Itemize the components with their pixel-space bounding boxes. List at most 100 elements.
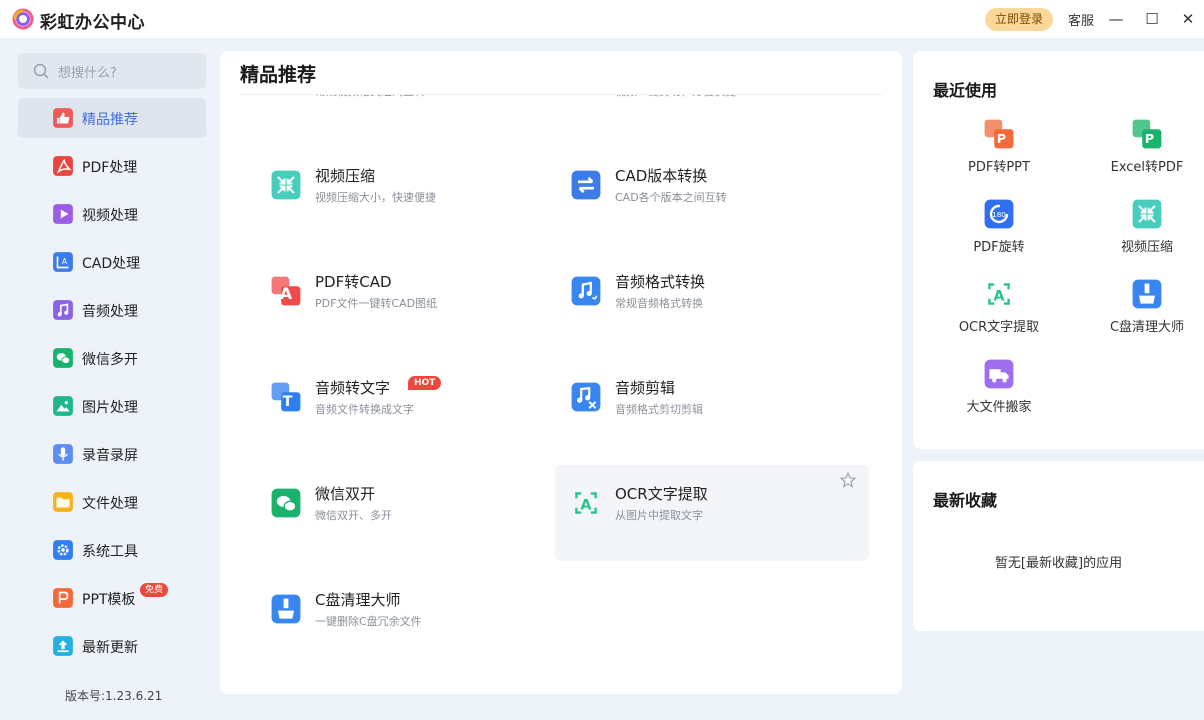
favorite-star-icon[interactable] [839, 471, 857, 489]
sidebar-item-4[interactable]: 音频处理 [18, 290, 206, 330]
tool-card[interactable]: A OCR文字提取 从图片中提取文字 [555, 465, 869, 561]
cad-icon: A [52, 251, 74, 273]
sidebar-item-3[interactable]: A CAD处理 [18, 242, 206, 282]
tool-card-description: 视频压缩大小，快速便捷 [315, 191, 436, 204]
search-input[interactable]: 想搜什么? [18, 53, 206, 89]
recent-item-label: OCR文字提取 [958, 320, 1040, 335]
rainbow-logo-icon [12, 8, 34, 30]
tool-card-description: 从图片中提取文字 [615, 509, 703, 522]
sidebar-item-6[interactable]: 图片处理 [18, 386, 206, 426]
recent-item-label: PDF转PPT [968, 160, 1030, 175]
sidebar-item-label: PPT模板 [82, 592, 136, 608]
recent-item-label: PDF旋转 [973, 240, 1025, 255]
recent-item[interactable]: 180 PDF旋转 [937, 198, 1057, 270]
sidebar-item-11[interactable]: 最新更新 [18, 626, 206, 666]
recent-item[interactable]: 大文件搬家 [937, 358, 1057, 430]
tool-card[interactable]: 视频压缩视频压缩大小，快速便捷 [255, 147, 569, 243]
tool-card-title: CAD版本转换 [615, 167, 708, 185]
page-title: 精品推荐 [240, 64, 317, 86]
tool-card[interactable]: C盘清理大师 一键删除C盘冗余文件 [255, 571, 569, 667]
wechat-icon [270, 487, 302, 519]
login-button[interactable]: 立即登录 [985, 8, 1053, 31]
tool-card-description: 常规音频格式转换 [615, 297, 703, 310]
tool-card[interactable]: T 音频转文字音频文件转换成文字 HOT [255, 359, 569, 455]
audio-cut-icon [570, 381, 602, 413]
pdf-rotate-icon: 180 [983, 198, 1015, 230]
pdf-to-ppt-icon: P [983, 118, 1015, 150]
sidebar-item-label: 微信多开 [82, 352, 138, 368]
sidebar-item-label: 系统工具 [82, 544, 138, 560]
tool-card-description: 视频一键剪切，方便快捷 [615, 95, 736, 99]
sidebar-item-2[interactable]: 视频处理 [18, 194, 206, 234]
tool-card[interactable]: 微信双开微信双开、多开 [255, 465, 569, 561]
video-compress-icon [270, 169, 302, 201]
sidebar-item-9[interactable]: 系统工具 [18, 530, 206, 570]
main-panel: 精品推荐 视频格式转换常规视频格式之间互转视频剪辑视频一键剪切，方便快捷视频压缩… [220, 51, 902, 694]
recent-item[interactable]: P PDF转PPT [937, 118, 1057, 190]
tool-card-description: 常规视频格式之间互转 [315, 95, 425, 99]
image-icon [52, 395, 74, 417]
recent-item-label: 视频压缩 [1120, 240, 1173, 255]
tool-card-description: 音频格式剪切剪辑 [615, 403, 703, 416]
hot-badge: HOT [408, 376, 442, 390]
sidebar-item-label: 最新更新 [82, 640, 138, 656]
tool-card-title: C盘清理大师 [315, 591, 401, 609]
recent-item-label: C盘清理大师 [1109, 320, 1185, 335]
sidebar-item-label: 精品推荐 [82, 112, 138, 128]
recent-item[interactable]: A OCR文字提取 [937, 278, 1057, 350]
recent-title: 最近使用 [933, 81, 998, 100]
favorites-empty-text: 暂无[最新收藏]的应用 [994, 556, 1123, 571]
disk-clean-icon [270, 593, 302, 625]
tool-card-title: 微信双开 [315, 485, 376, 503]
sidebar-item-0[interactable]: 精品推荐 [18, 98, 206, 138]
wechat-icon [52, 347, 74, 369]
sidebar-item-label: 视频处理 [82, 208, 138, 224]
folder-icon [52, 491, 74, 513]
recent-item[interactable]: C盘清理大师 [1085, 278, 1204, 350]
audio-to-text-icon: T [270, 381, 302, 413]
tool-card[interactable]: CAD版本转换 CAD各个版本之间互转 [555, 147, 869, 243]
tool-card-title: 音频转文字 [315, 379, 391, 397]
sidebar-item-1[interactable]: PDF处理 [18, 146, 206, 186]
pdf-to-cad-icon: A [270, 275, 302, 307]
tool-card-title: 音频剪辑 [615, 379, 676, 397]
ocr-icon: A [570, 487, 602, 519]
ppt-icon [52, 587, 74, 609]
cad-convert-icon [570, 169, 602, 201]
sidebar-item-label: PDF处理 [82, 160, 138, 176]
excel-to-pdf-icon: P [1131, 118, 1163, 150]
tool-card-description: 微信双开、多开 [315, 509, 392, 522]
disk-clean-icon [1131, 278, 1163, 310]
tool-card[interactable]: 音频格式转换常规音频格式转换 [555, 253, 869, 349]
svg-text:A: A [280, 284, 293, 303]
sidebar-item-7[interactable]: 录音录屏 [18, 434, 206, 474]
close-icon[interactable]: ✕ [1178, 8, 1198, 30]
sidebar-item-8[interactable]: 文件处理 [18, 482, 206, 522]
svg-text:T: T [283, 394, 293, 410]
tool-card-title: 视频压缩 [315, 167, 376, 185]
sidebar-item-5[interactable]: 微信多开 [18, 338, 206, 378]
recent-item[interactable]: 视频压缩 [1085, 198, 1204, 270]
tool-card-title: PDF转CAD [315, 273, 392, 291]
recent-item-label: Excel转PDF [1110, 160, 1184, 175]
tool-card[interactable]: 音频剪辑音频格式剪切剪辑 [555, 359, 869, 455]
app-title: 彩虹办公中心 [40, 13, 145, 33]
truck-icon [983, 358, 1015, 390]
maximize-icon[interactable]: ☐ [1142, 8, 1162, 30]
tool-card[interactable]: 视频剪辑视频一键剪切，方便快捷 [555, 95, 869, 137]
sidebar-item-10[interactable]: PPT模板 免费 [18, 578, 206, 618]
tool-card-grid: 视频格式转换常规视频格式之间互转视频剪辑视频一键剪切，方便快捷视频压缩视频压缩大… [220, 95, 902, 694]
svg-text:180: 180 [992, 210, 1006, 219]
tool-card[interactable]: 视频格式转换常规视频格式之间互转 [255, 95, 569, 137]
video-play-icon [52, 203, 74, 225]
customer-service-button[interactable]: 客服 [1068, 10, 1094, 29]
favorites-panel: 最新收藏 暂无[最新收藏]的应用 [913, 461, 1204, 631]
tool-card-title: 音频格式转换 [615, 273, 706, 291]
sidebar-item-label: CAD处理 [82, 256, 141, 272]
tool-card-description: 音频文件转换成文字 [315, 403, 414, 416]
tool-card[interactable]: A PDF转CAD PDF文件一键转CAD图纸 [255, 253, 569, 349]
recent-item[interactable]: P Excel转PDF [1085, 118, 1204, 190]
svg-text:A: A [580, 497, 592, 513]
music-icon [52, 299, 74, 321]
minimize-icon[interactable]: — [1106, 8, 1126, 30]
